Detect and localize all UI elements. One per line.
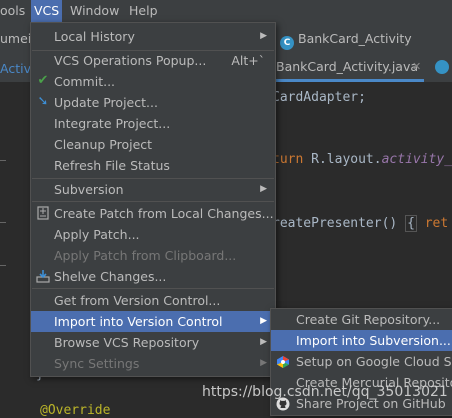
menu-item-get-from-vcs[interactable]: Get from Version Control... xyxy=(31,290,275,311)
fold-marker xyxy=(0,222,6,223)
watermark: https://blog.csdn.net/qq_35013021 xyxy=(202,384,448,400)
submenu-arrow-icon: ▶ xyxy=(260,316,267,326)
menu-bar: ools VCS Window Help xyxy=(0,0,452,22)
breadcrumb-file: BankCard_Activity xyxy=(298,31,412,46)
code-line: reatePresenter() { ret xyxy=(272,215,449,232)
menu-item-create-patch[interactable]: Create Patch from Local Changes... xyxy=(31,203,275,224)
menu-item-update-project[interactable]: ➘ Update Project... xyxy=(31,92,275,113)
menu-item-setup-google-cloud[interactable]: Setup on Google Cloud Source Repositorie… xyxy=(271,351,452,372)
shelve-icon xyxy=(36,269,50,283)
menu-item-commit[interactable]: ✔ Commit... xyxy=(31,71,275,92)
fold-marker xyxy=(0,160,6,161)
submenu-arrow-icon: ▶ xyxy=(260,337,267,347)
menu-item-cleanup-project[interactable]: Cleanup Project xyxy=(31,134,275,155)
menu-item-create-git-repository[interactable]: Create Git Repository... xyxy=(271,309,452,330)
menu-item-apply-patch-clipboard[interactable]: Apply Patch from Clipboard... xyxy=(31,245,275,266)
menu-separator xyxy=(32,288,274,289)
menu-item-refresh-file-status[interactable]: Refresh File Status xyxy=(31,155,275,176)
check-icon: ✔ xyxy=(37,73,49,88)
menu-vcs[interactable]: VCS xyxy=(31,0,63,22)
menu-item-import-into-vcs[interactable]: Import into Version Control ▶ xyxy=(31,311,275,332)
fold-marker xyxy=(0,265,6,266)
menu-help[interactable]: Help xyxy=(126,0,161,22)
menu-item-subversion[interactable]: Subversion ▶ xyxy=(31,179,275,200)
menu-window[interactable]: Window xyxy=(67,0,122,22)
menu-item-shelve-changes[interactable]: Shelve Changes... xyxy=(31,266,275,287)
submenu-arrow-icon: ▶ xyxy=(260,31,267,41)
tab-bankcard-activity[interactable]: BankCard_Activity.java xyxy=(270,55,425,82)
menu-item-import-into-subversion[interactable]: Import into Subversion... xyxy=(271,330,452,351)
code-line: @Override xyxy=(40,403,111,418)
menu-item-local-history[interactable]: Local History ▶ xyxy=(31,26,275,47)
submenu-arrow-icon: ▶ xyxy=(260,184,267,194)
menu-item-sync-settings[interactable]: Sync Settings ▶ xyxy=(31,353,275,374)
left-fragment-project: umei xyxy=(0,31,32,46)
menu-tools[interactable]: ools xyxy=(0,0,28,22)
vcs-menu: Local History ▶ VCS Operations Popup... Al… xyxy=(30,22,276,377)
code-line: CardAdapter; xyxy=(272,90,366,105)
class-icon[interactable] xyxy=(435,60,449,74)
google-cloud-icon xyxy=(276,354,290,368)
menu-item-vcs-operations-popup[interactable]: VCS Operations Popup... Alt+` xyxy=(31,50,275,71)
breadcrumb[interactable]: C BankCard_Activity xyxy=(280,31,412,50)
code-line: turn R.layout.activity_ xyxy=(272,152,452,167)
menu-item-apply-patch[interactable]: Apply Patch... xyxy=(31,224,275,245)
class-icon: C xyxy=(280,36,294,50)
close-icon[interactable]: ✕ xyxy=(412,60,421,73)
menu-item-browse-vcs-repository[interactable]: Browse VCS Repository ▶ xyxy=(31,332,275,353)
menu-item-integrate-project[interactable]: Integrate Project... xyxy=(31,113,275,134)
submenu-arrow-icon: ▶ xyxy=(260,358,267,368)
patch-icon xyxy=(36,206,50,220)
update-arrow-icon: ➘ xyxy=(37,94,49,109)
menu-separator xyxy=(32,201,274,202)
